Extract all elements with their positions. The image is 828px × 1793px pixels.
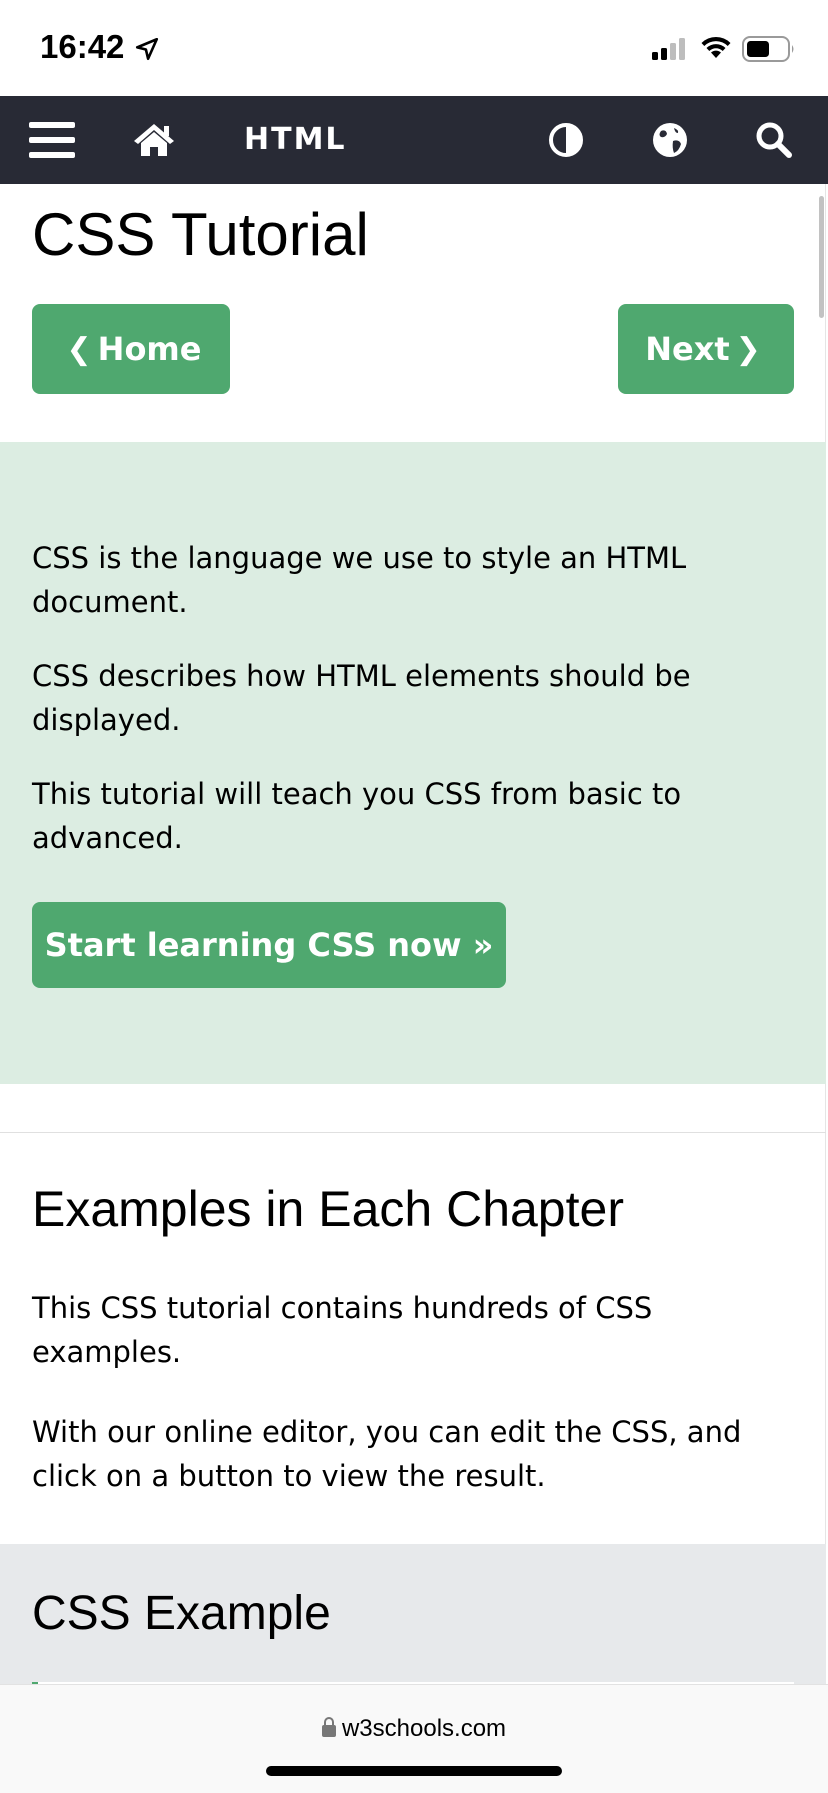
chevron-right-icon: ❯: [735, 331, 761, 367]
status-bar: 16:42: [0, 0, 828, 96]
location-arrow-icon: [134, 36, 160, 66]
url-display[interactable]: w3schools.com: [0, 1715, 828, 1744]
home-button[interactable]: ❮ Home: [32, 304, 230, 394]
wifi-icon: [700, 36, 732, 64]
home-icon[interactable]: [132, 96, 176, 184]
intro-paragraph-2: CSS describes how HTML elements should b…: [32, 659, 691, 737]
globe-icon[interactable]: [652, 96, 688, 184]
examples-heading: Examples in Each Chapter: [32, 1181, 624, 1237]
browser-address-bar[interactable]: w3schools.com: [0, 1684, 828, 1793]
css-example-section: CSS Example: [0, 1544, 826, 1692]
page-title: CSS Tutorial: [32, 201, 369, 268]
cellular-signal-icon: [652, 38, 690, 64]
search-icon[interactable]: [754, 96, 794, 184]
next-button-label: Next: [645, 330, 730, 368]
css-example-heading: CSS Example: [32, 1587, 331, 1640]
scrollbar[interactable]: [819, 196, 824, 318]
battery-icon: [742, 36, 796, 66]
start-learning-button[interactable]: Start learning CSS now »: [32, 902, 506, 988]
contrast-icon[interactable]: [548, 96, 584, 184]
section-divider: [0, 1132, 826, 1133]
nav-title-html[interactable]: HTML: [244, 96, 347, 184]
examples-paragraph-1: This CSS tutorial contains hundreds of C…: [32, 1291, 653, 1369]
menu-icon[interactable]: [28, 96, 76, 184]
intro-paragraph-3: This tutorial will teach you CSS from ba…: [32, 777, 682, 855]
examples-paragraph-2: With our online editor, you can edit the…: [32, 1415, 742, 1493]
next-button[interactable]: Next ❯: [618, 304, 794, 394]
home-indicator[interactable]: [266, 1766, 562, 1776]
intro-paragraph-1: CSS is the language we use to style an H…: [32, 541, 687, 619]
lock-icon: [321, 1716, 336, 1744]
home-button-label: Home: [97, 330, 202, 368]
chevron-left-icon: ❮: [66, 331, 92, 367]
top-navigation-bar: HTML: [0, 96, 828, 184]
url-text: w3schools.com: [341, 1715, 507, 1742]
status-time: 16:42: [40, 28, 125, 65]
